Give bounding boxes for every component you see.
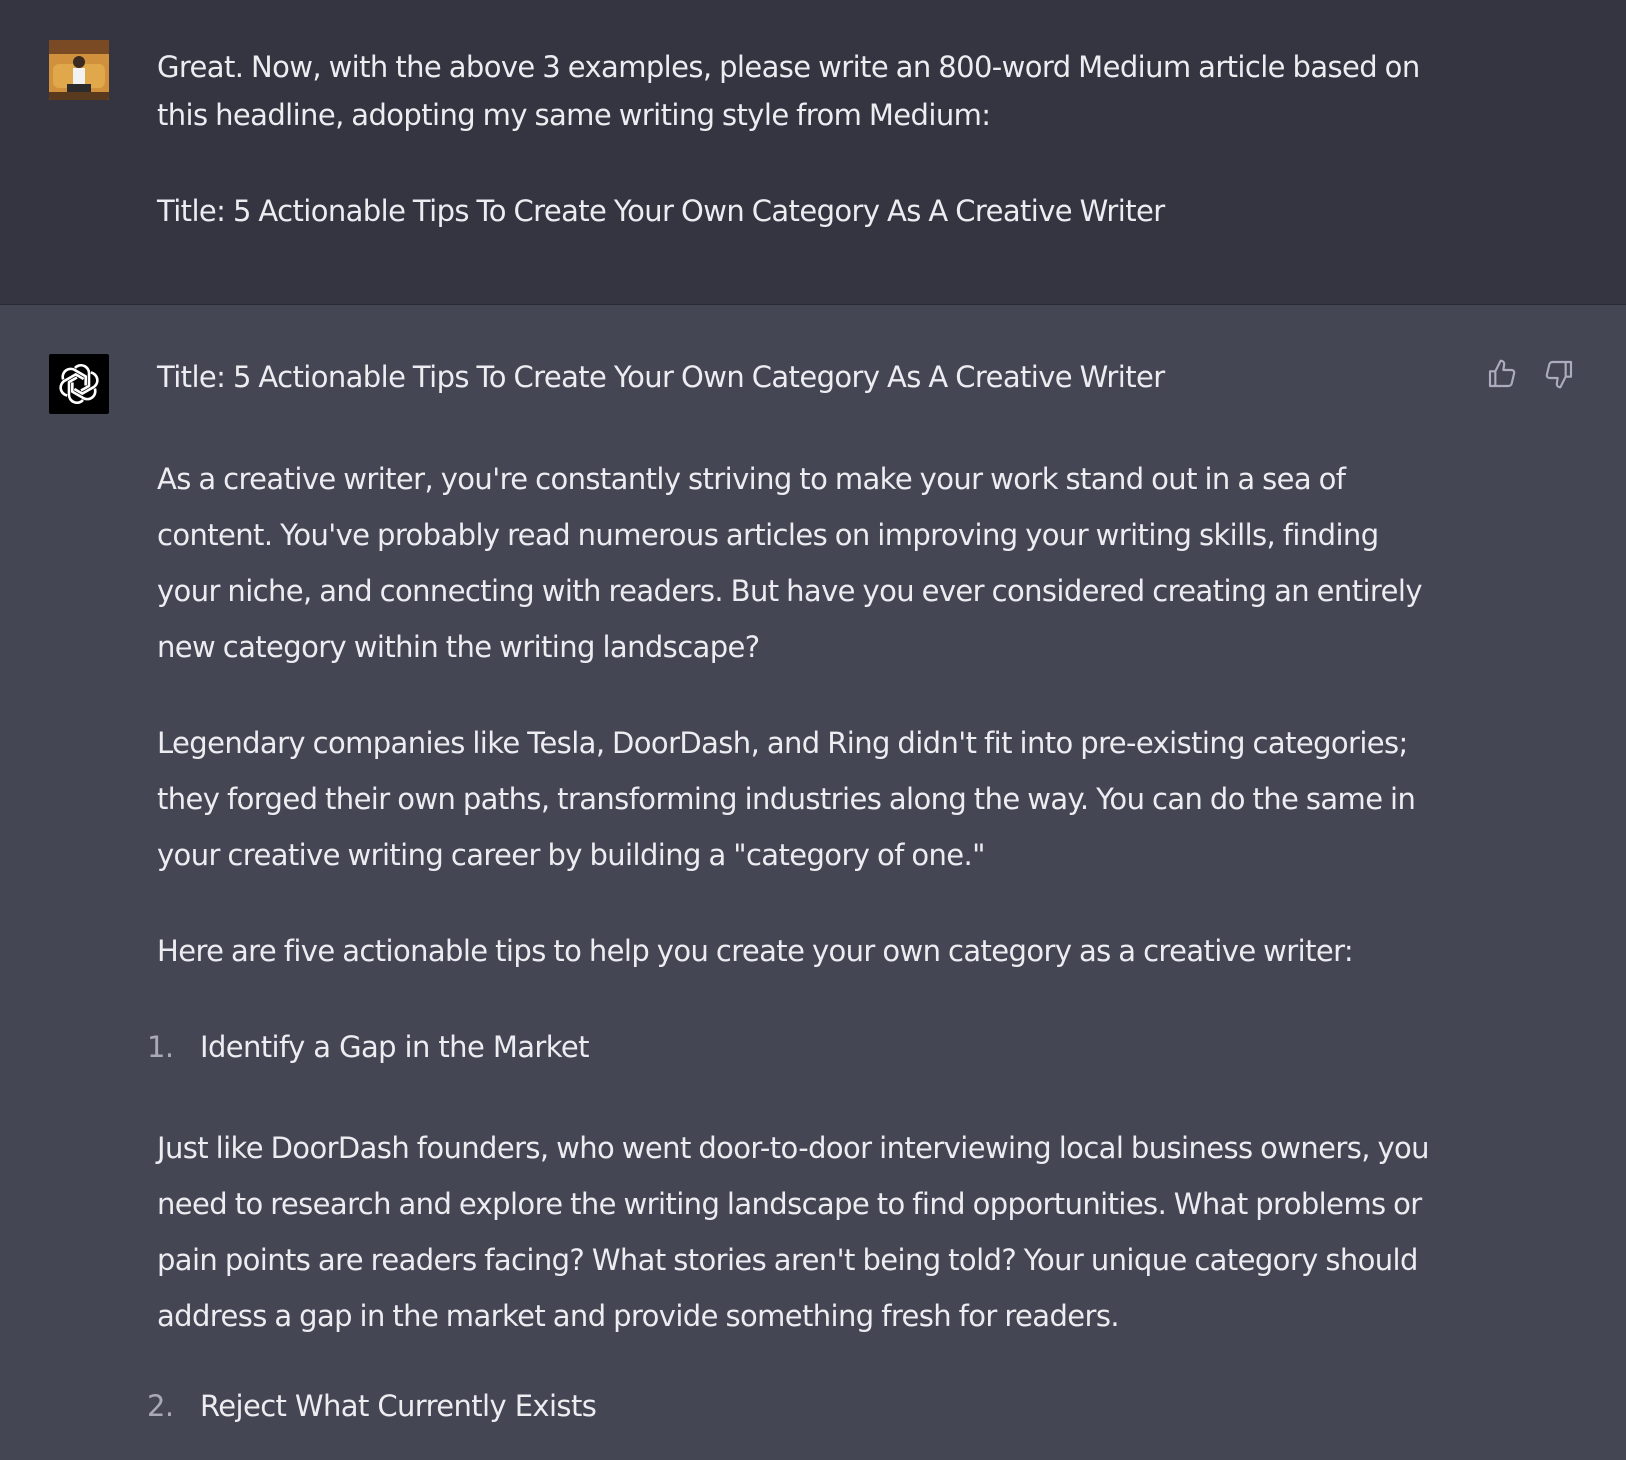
list-item-number: 2. [147, 1389, 174, 1423]
paragraph-tips-intro: Here are five actionable tips to help yo… [157, 923, 1354, 979]
assistant-title: Title: 5 Actionable Tips To Create Your … [157, 360, 1165, 394]
paragraph-line: your creative writing career by building… [157, 838, 985, 872]
user-message-line: this headline, adopting my same writing … [157, 98, 991, 132]
paragraph-line: new category within the writing landscap… [157, 630, 760, 664]
paragraph-line: Legendary companies like Tesla, DoorDash… [157, 726, 1408, 760]
paragraph-line: need to research and explore the writing… [157, 1187, 1422, 1221]
paragraph-gap: Just like DoorDash founders, who went do… [157, 1120, 1430, 1344]
paragraph-line: Just like DoorDash founders, who went do… [157, 1131, 1430, 1165]
thumbs-up-button[interactable] [1484, 356, 1520, 392]
user-message-line: Great. Now, with the above 3 examples, p… [157, 50, 1420, 84]
thumbs-down-icon [1545, 360, 1573, 389]
thumbs-up-icon [1488, 359, 1516, 388]
thumbs-down-button[interactable] [1541, 356, 1577, 392]
paragraph-line: your niche, and connecting with readers.… [157, 574, 1422, 608]
paragraph-line: they forged their own paths, transformin… [157, 782, 1416, 816]
paragraph-intro: As a creative writer, you're constantly … [157, 451, 1422, 675]
paragraph-line: Here are five actionable tips to help yo… [157, 934, 1354, 968]
assistant-avatar [49, 354, 109, 414]
user-message: Great. Now, with the above 3 examples, p… [0, 0, 1626, 305]
list-item: 1. Identify a Gap in the Market [147, 1027, 590, 1067]
user-message-text: Great. Now, with the above 3 examples, p… [157, 43, 1420, 139]
openai-logo-icon [59, 363, 99, 405]
paragraph-line: address a gap in the market and provide … [157, 1299, 1120, 1333]
list-item-number: 1. [147, 1030, 174, 1064]
list-item: 2. Reject What Currently Exists [147, 1386, 597, 1426]
user-avatar-photo [49, 40, 109, 100]
list-item-label: Reject What Currently Exists [200, 1389, 597, 1423]
paragraph-line: pain points are readers facing? What sto… [157, 1243, 1418, 1277]
list-item-label: Identify a Gap in the Market [200, 1030, 590, 1064]
paragraph-companies: Legendary companies like Tesla, DoorDash… [157, 715, 1416, 883]
user-avatar [49, 40, 109, 100]
paragraph-line: As a creative writer, you're constantly … [157, 462, 1346, 496]
paragraph-line: content. You've probably read numerous a… [157, 518, 1379, 552]
user-message-title: Title: 5 Actionable Tips To Create Your … [157, 194, 1165, 228]
